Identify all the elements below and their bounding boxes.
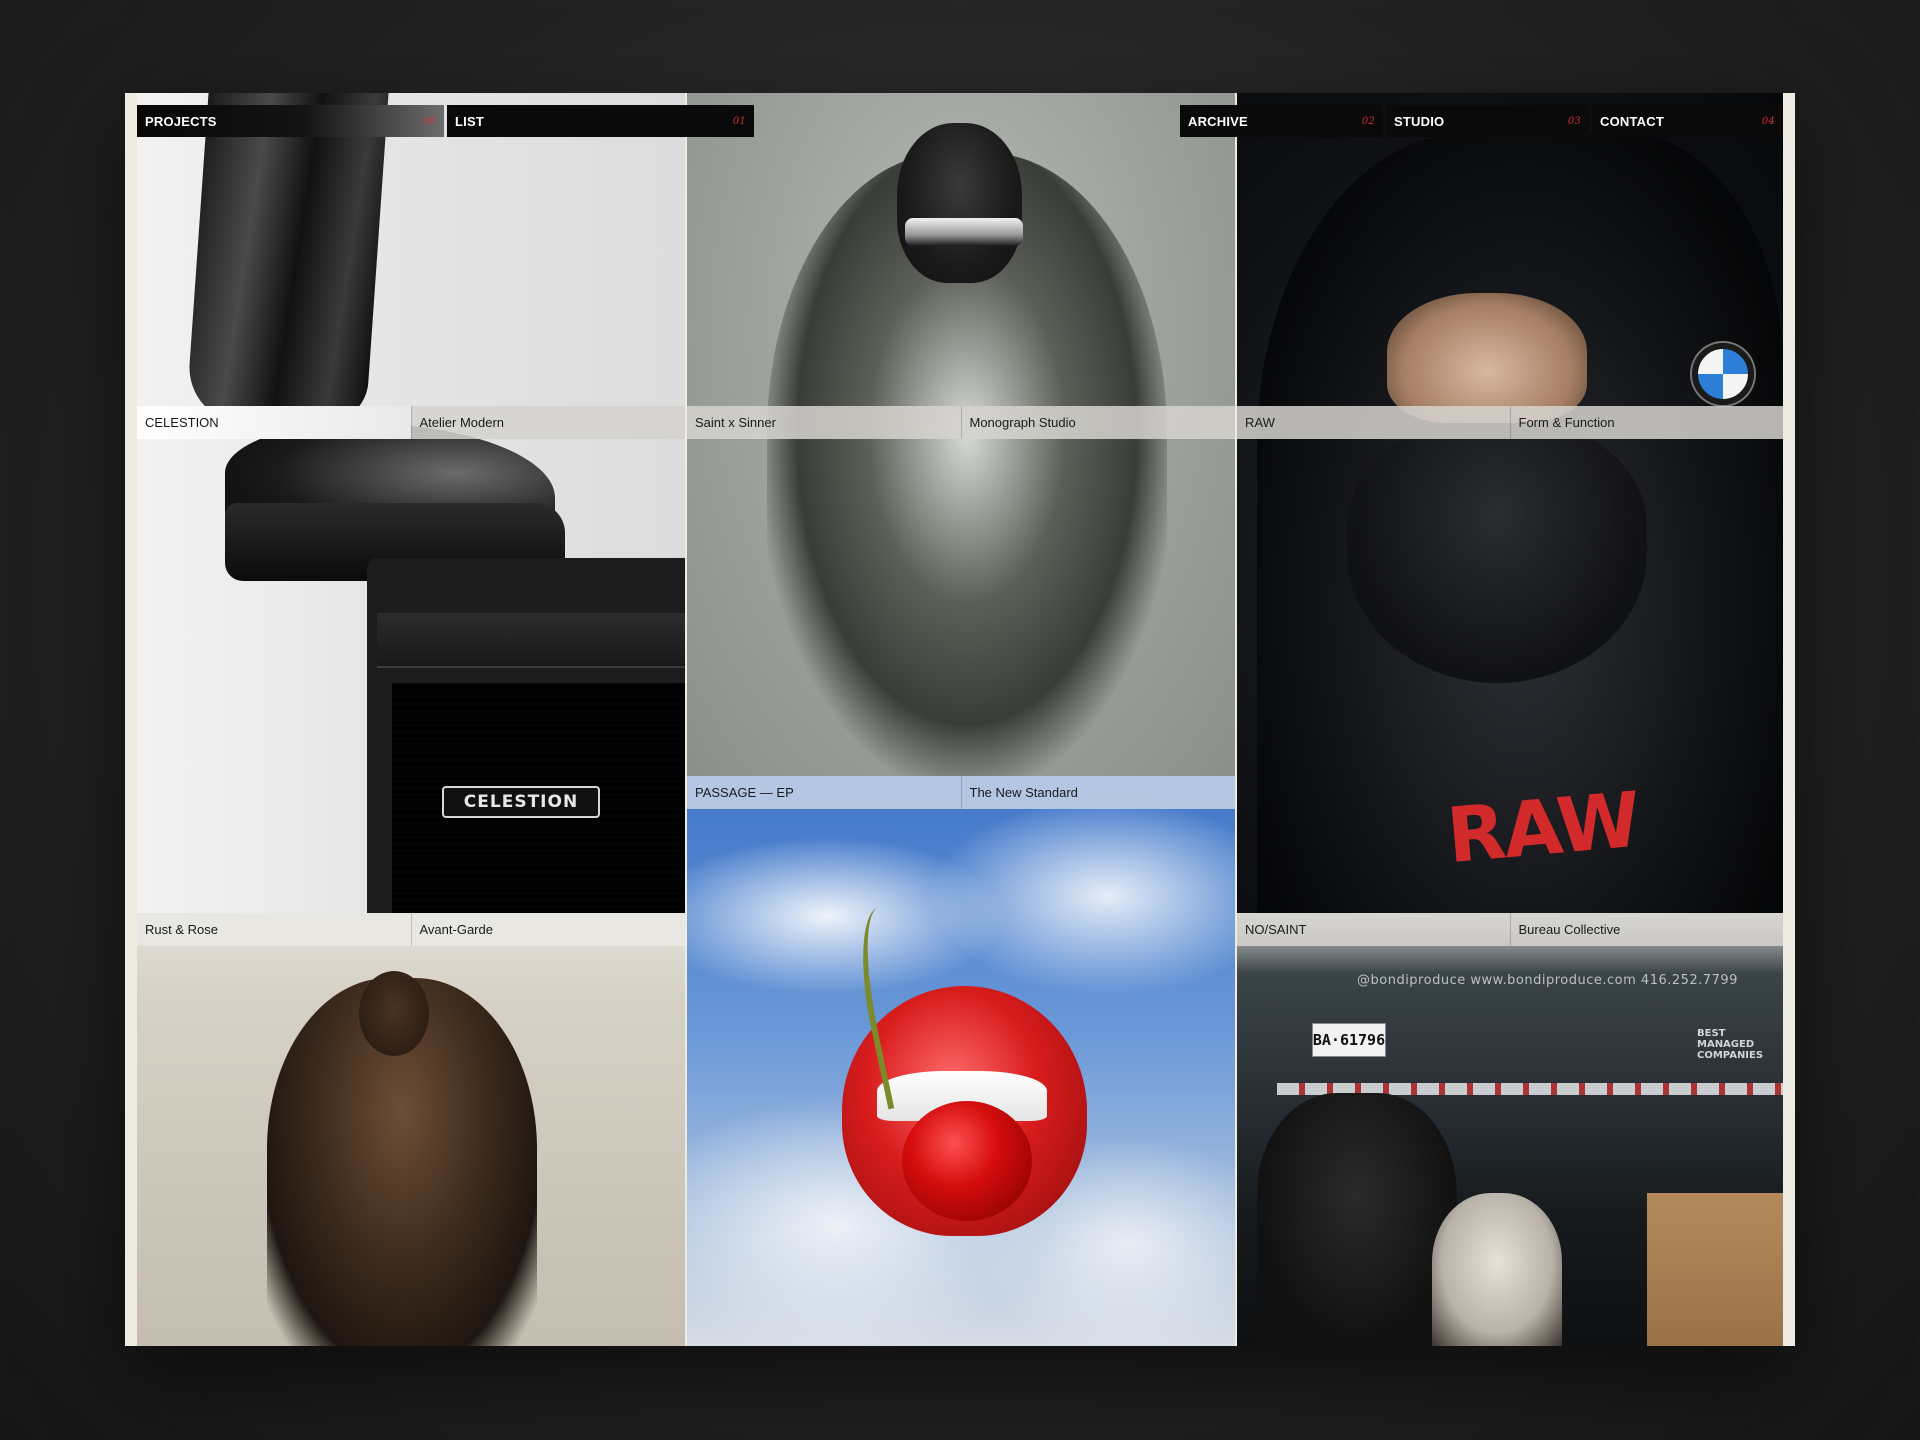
nav-number: 04	[1761, 115, 1775, 127]
nav-label: CONTACT	[1600, 113, 1664, 129]
amplifier-badge: CELESTION	[442, 786, 600, 818]
nav-list[interactable]: LIST 01	[447, 105, 754, 137]
license-plate: BA·61796	[1312, 1023, 1386, 1057]
project-title[interactable]: CELESTION	[137, 406, 411, 439]
boxes-image	[1647, 1193, 1783, 1346]
figure-head-image	[897, 123, 1022, 283]
project-title[interactable]: PASSAGE — EP	[687, 776, 961, 809]
project-client: Bureau Collective	[1509, 913, 1784, 946]
project-caption: Rust & Rose Avant-Garde	[137, 913, 685, 946]
project-tile-celestion[interactable]: CELESTION CELESTION Atelier Modern	[137, 93, 685, 913]
nav-label: LIST	[455, 113, 484, 129]
car-badge-icon	[1692, 343, 1754, 405]
project-tile-passage-ep[interactable]: PASSAGE — EP The New Standard	[687, 776, 1235, 1346]
project-caption: CELESTION Atelier Modern	[137, 406, 685, 439]
project-tile-rust-and-rose[interactable]: Rust & Rose Avant-Garde	[137, 913, 685, 1346]
project-caption: NO/SAINT Bureau Collective	[1237, 913, 1783, 946]
project-title[interactable]: RAW	[1237, 406, 1510, 439]
project-client: Monograph Studio	[960, 406, 1236, 439]
project-client: Form & Function	[1509, 406, 1784, 439]
boot-leg-image	[185, 93, 389, 423]
truck-text: @bondiproduce www.bondiproduce.com 416.2…	[1357, 973, 1738, 988]
person-image	[1432, 1193, 1562, 1346]
project-caption: Saint x Sinner Monograph Studio	[687, 406, 1235, 439]
nav-number: 03	[1567, 115, 1581, 127]
truck-badge-text: BEST MANAGED COMPANIES	[1697, 1028, 1764, 1061]
amplifier-panel	[377, 613, 685, 668]
nav-label: PROJECTS	[145, 113, 217, 129]
project-client: The New Standard	[960, 776, 1236, 809]
nav-archive[interactable]: ARCHIVE 02	[1180, 105, 1383, 137]
project-tile-no-saint[interactable]: @bondiproduce www.bondiproduce.com 416.2…	[1237, 913, 1783, 1346]
nav-number: 00	[422, 115, 436, 127]
nav-studio[interactable]: STUDIO 03	[1386, 105, 1589, 137]
nav-number: 02	[1361, 115, 1375, 127]
nav-label: STUDIO	[1394, 113, 1445, 129]
person-image	[1257, 1093, 1457, 1346]
project-grid: CELESTION CELESTION Atelier Modern Saint…	[137, 93, 1783, 1346]
nav-contact[interactable]: CONTACT 04	[1592, 105, 1783, 137]
browser-mockup: CELESTION CELESTION Atelier Modern Saint…	[125, 93, 1795, 1346]
project-tile-saint-x-sinner[interactable]: Saint x Sinner Monograph Studio	[687, 93, 1235, 776]
nav-number: 01	[732, 115, 746, 127]
project-caption: RAW Form & Function	[1237, 406, 1783, 439]
raw-logo: RAW	[1443, 774, 1643, 881]
project-caption: PASSAGE — EP The New Standard	[687, 776, 1235, 809]
face-image	[1387, 293, 1587, 423]
project-title[interactable]: NO/SAINT	[1237, 913, 1510, 946]
nav-label: ARCHIVE	[1188, 113, 1248, 129]
nav-projects[interactable]: PROJECTS 00	[137, 105, 444, 137]
visor-image	[905, 218, 1023, 246]
project-tile-raw[interactable]: RAW RAW Form & Function	[1237, 93, 1783, 913]
project-title[interactable]: Rust & Rose	[137, 913, 411, 946]
cherry-image	[902, 1101, 1032, 1221]
project-client: Avant-Garde	[410, 913, 686, 946]
project-client: Atelier Modern	[410, 406, 685, 439]
mask-image	[1347, 423, 1647, 683]
figure-head-image	[359, 971, 429, 1056]
project-title[interactable]: Saint x Sinner	[687, 406, 961, 439]
cloud-image	[927, 796, 1235, 996]
